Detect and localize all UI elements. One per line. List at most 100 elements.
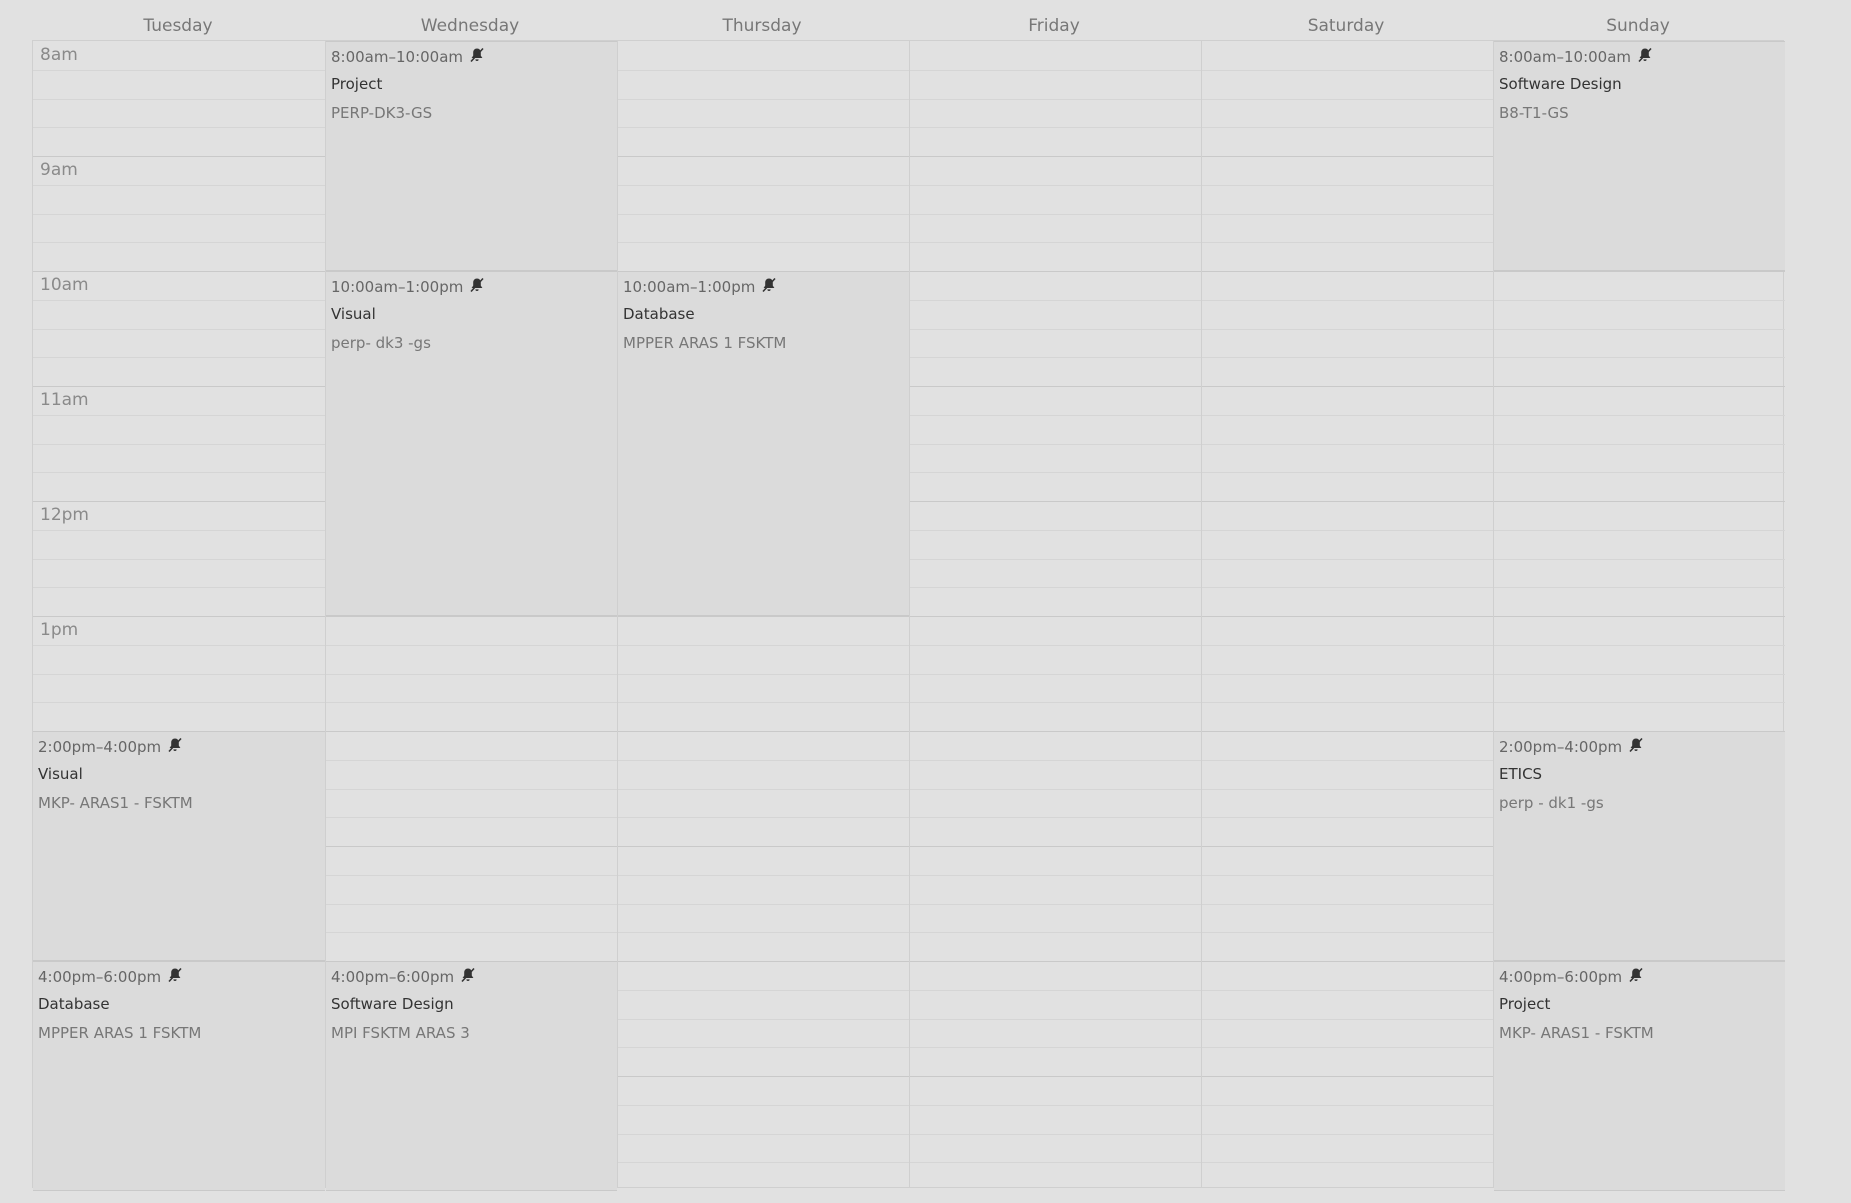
event-time-text: 2:00pm–4:00pm [1499, 738, 1623, 756]
time-slot-line [1202, 443, 1493, 445]
hour-label: 1pm [40, 620, 79, 640]
event-time: 10:00am–1:00pm [331, 276, 612, 298]
day-column-sunday[interactable]: 8:00am–10:00am Software Design B8-T1-GS 2:0… [1493, 41, 1785, 1191]
time-slot-line [618, 673, 909, 675]
time-slot-line [910, 846, 1201, 847]
time-slot-line [326, 846, 617, 847]
time-slot-line [33, 472, 325, 474]
calendar-event[interactable]: 4:00pm–6:00pm Database MPPER ARAS 1 FSKTM [33, 961, 325, 1191]
notification-off-icon[interactable] [161, 967, 183, 987]
time-slot-line [1494, 386, 1785, 387]
event-location: MPPER ARAS 1 FSKTM [623, 334, 787, 352]
event-time: 2:00pm–4:00pm [1499, 736, 1780, 758]
time-slot-line [618, 156, 909, 157]
time-slot-line [33, 357, 325, 359]
notification-off-icon[interactable] [454, 967, 476, 987]
time-slot-line [618, 788, 909, 790]
notification-off-icon[interactable] [463, 277, 485, 297]
hour-label: 11am [40, 390, 89, 410]
calendar-event[interactable]: 8:00am–10:00am Project PERP-DK3-GS [326, 41, 617, 271]
calendar-event[interactable]: 8:00am–10:00am Software Design B8-T1-GS [1494, 41, 1785, 271]
time-slot-line [1494, 587, 1785, 589]
time-slot-line [910, 184, 1201, 186]
time-slot-line [618, 616, 909, 617]
time-slot-line [1202, 184, 1493, 186]
time-slot-line [618, 731, 909, 732]
time-slot-line [33, 69, 325, 71]
time-slot-line [618, 932, 909, 934]
time-slot-line [1202, 357, 1493, 359]
time-slot-line [910, 1162, 1201, 1164]
event-title: Software Design [1499, 75, 1622, 93]
day-column-thursday[interactable]: 10:00am–1:00pm Database MPPER ARAS 1 FSKTM [617, 41, 909, 1187]
day-column-friday[interactable] [909, 41, 1201, 1187]
day-column-saturday[interactable] [1201, 41, 1493, 1187]
time-slot-line [1494, 702, 1785, 704]
time-slot-line [326, 874, 617, 876]
notification-off-icon[interactable] [1622, 967, 1644, 987]
day-column-wednesday[interactable]: 8:00am–10:00am Project PERP-DK3-GS 10:00am–… [325, 41, 617, 1191]
notification-off-icon[interactable] [463, 47, 485, 67]
time-slot-line [910, 98, 1201, 100]
time-slot-line [326, 788, 617, 790]
time-slot-line [1202, 529, 1493, 531]
time-slot-line [326, 817, 617, 819]
time-slot-line [618, 903, 909, 905]
time-slot-line [618, 213, 909, 215]
event-time: 2:00pm–4:00pm [38, 736, 320, 758]
time-slot-line [910, 759, 1201, 761]
time-slot-line [1202, 961, 1493, 962]
time-slot-line [1202, 788, 1493, 790]
day-header-friday: Friday [1028, 16, 1080, 36]
notification-off-icon[interactable] [755, 277, 777, 297]
time-slot-line [910, 989, 1201, 991]
time-slot-line [33, 501, 325, 502]
notification-off-icon[interactable] [1631, 47, 1653, 67]
time-slot-line [910, 328, 1201, 330]
time-slot-line [618, 127, 909, 129]
event-time: 8:00am–10:00am [331, 46, 612, 68]
day-column-tuesday[interactable]: 8am 9am 10am 11am 12pm 1pm 2:00pm–4:00pm Visual… [33, 41, 325, 1191]
event-time-text: 8:00am–10:00am [1499, 48, 1632, 66]
day-header-sunday: Sunday [1606, 16, 1670, 36]
time-slot-line [910, 903, 1201, 905]
calendar-event[interactable]: 4:00pm–6:00pm Software Design MPI FSKTM AR… [326, 961, 617, 1191]
time-slot-line [33, 702, 325, 704]
event-location: perp - dk1 -gs [1499, 794, 1604, 812]
time-slot-line [910, 1047, 1201, 1049]
time-slot-line [326, 903, 617, 905]
event-location: MKP- ARAS1 - FSKTM [1499, 1024, 1654, 1042]
time-slot-line [1202, 932, 1493, 934]
event-title: Visual [331, 305, 376, 323]
event-time-text: 10:00am–1:00pm [331, 278, 464, 296]
time-slot-line [33, 443, 325, 445]
time-slot-line [618, 69, 909, 71]
time-slot-line [33, 299, 325, 301]
time-slot-line [618, 846, 909, 847]
time-slot-line [1202, 673, 1493, 675]
time-slot-line [1202, 472, 1493, 474]
time-slot-line [33, 271, 325, 272]
time-slot-line [326, 932, 617, 934]
notification-off-icon[interactable] [1622, 737, 1644, 757]
calendar-event[interactable]: 10:00am–1:00pm Database MPPER ARAS 1 FSKTM [618, 271, 909, 616]
time-slot-line [910, 1104, 1201, 1106]
time-slot-line [33, 156, 325, 157]
time-slot-line [1494, 529, 1785, 531]
event-title: Project [1499, 995, 1551, 1013]
event-title: ETICS [1499, 765, 1543, 783]
time-slot-line [1494, 414, 1785, 416]
calendar-event[interactable]: 2:00pm–4:00pm ETICS perp - dk1 -gs [1494, 731, 1785, 961]
notification-off-icon[interactable] [161, 737, 183, 757]
hour-label: 8am [40, 45, 78, 65]
time-slot-line [910, 299, 1201, 301]
event-time-text: 4:00pm–6:00pm [38, 968, 162, 986]
time-slot-line [910, 443, 1201, 445]
time-slot-line [1202, 328, 1493, 330]
weekly-calendar: Tuesday Wednesday Thursday Friday Saturday Su… [32, 0, 1785, 1191]
time-slot-line [618, 1076, 909, 1077]
time-slot-line [618, 759, 909, 761]
calendar-event[interactable]: 10:00am–1:00pm Visual perp- dk3 -gs [326, 271, 617, 616]
calendar-event[interactable]: 2:00pm–4:00pm Visual MKP- ARAS1 - FSKTM [33, 731, 325, 961]
calendar-event[interactable]: 4:00pm–6:00pm Project MKP- ARAS1 - FSKTM [1494, 961, 1785, 1191]
